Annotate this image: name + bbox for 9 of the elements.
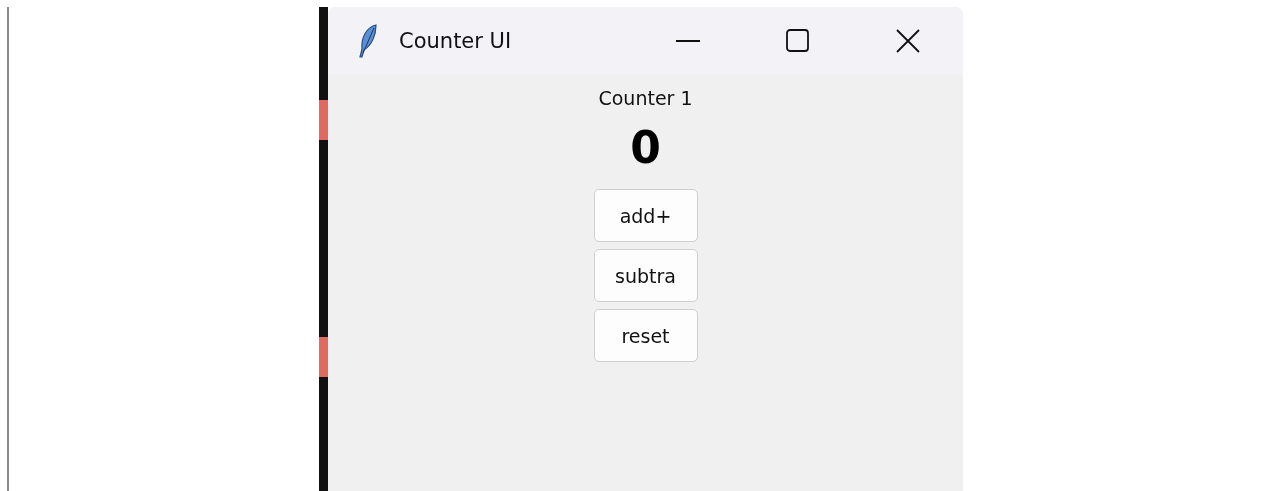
counter-button[interactable]: subtra bbox=[593, 249, 698, 302]
counter-button[interactable]: reset bbox=[593, 309, 698, 362]
feather-icon bbox=[357, 23, 379, 59]
counter-value: 0 bbox=[630, 121, 661, 175]
maximize-button[interactable] bbox=[785, 28, 811, 54]
counter-button[interactable]: add+ bbox=[593, 189, 698, 242]
window-title: Counter UI bbox=[399, 29, 512, 53]
close-button[interactable] bbox=[895, 28, 921, 54]
counter-label: Counter 1 bbox=[598, 86, 693, 111]
